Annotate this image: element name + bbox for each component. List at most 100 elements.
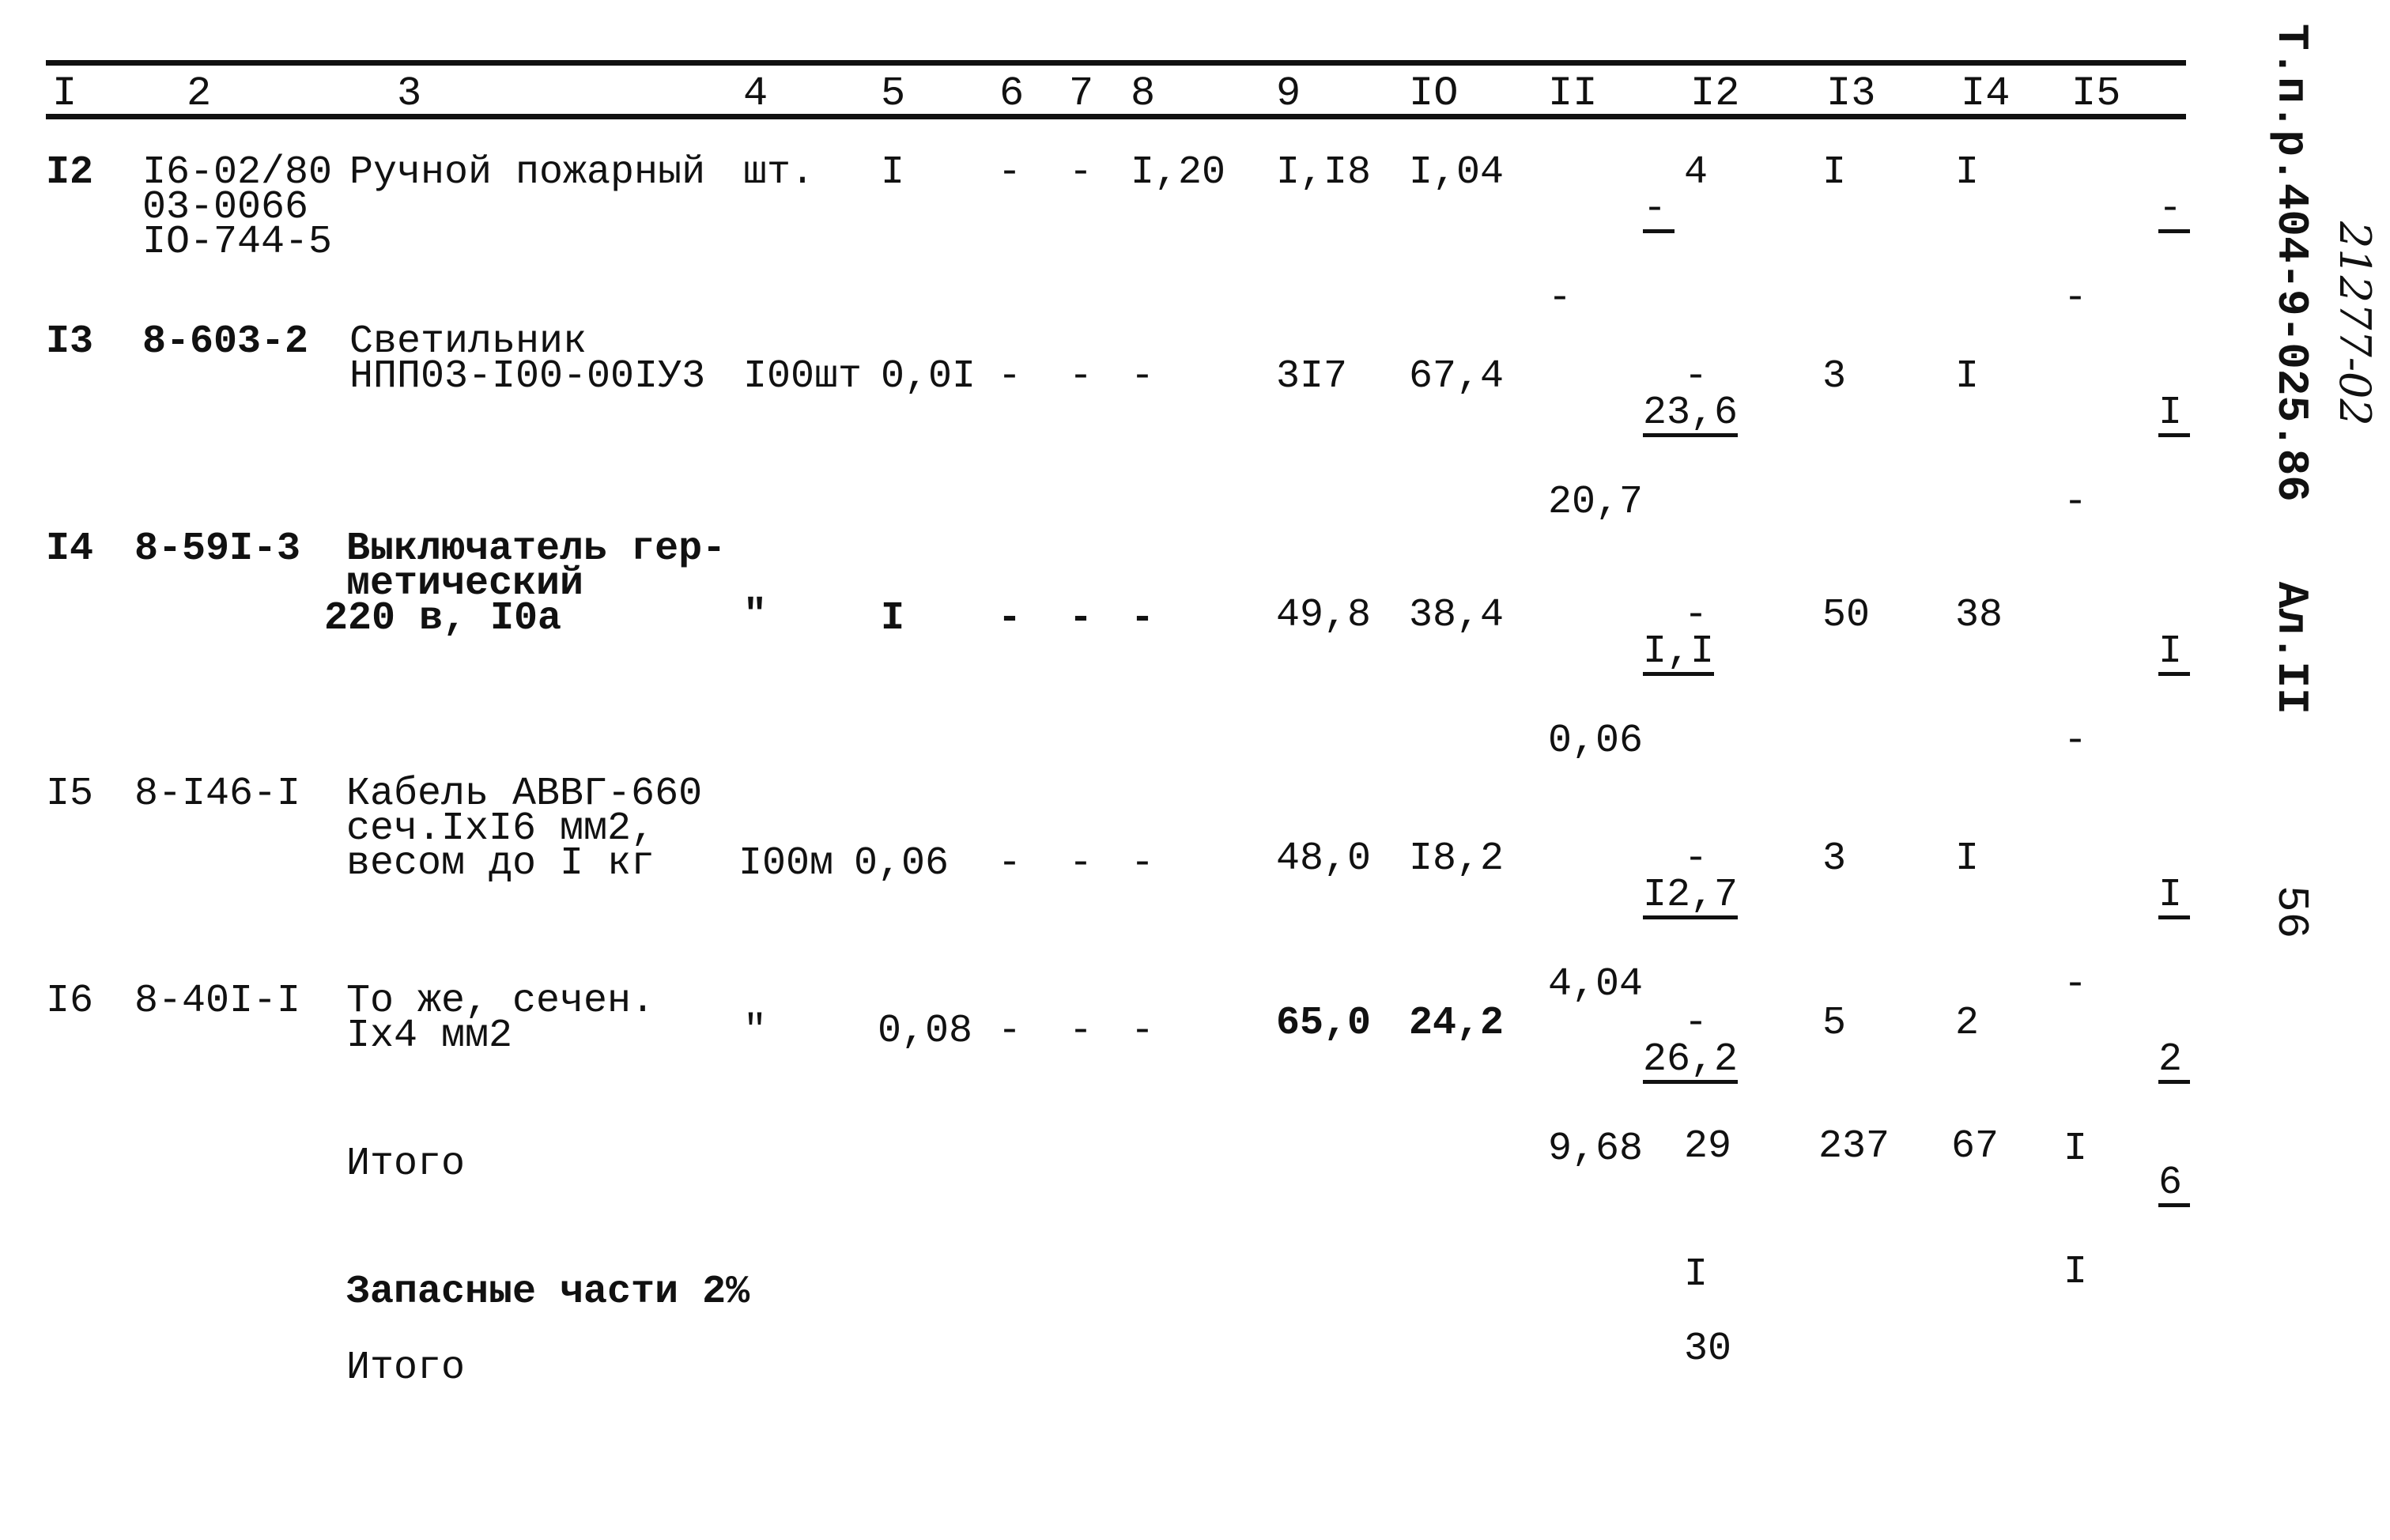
col6-value: -: [998, 1009, 1022, 1054]
grand-total-value: 30: [1684, 1327, 1732, 1372]
col-header-7: 7: [1069, 70, 1094, 117]
price-code: 8-59I-3: [134, 527, 301, 572]
col-header-5: 5: [881, 70, 906, 117]
col13-total: 237: [1818, 1124, 1890, 1169]
fraction-denominator: 4,04: [1548, 962, 1644, 1007]
col7-value: -: [1069, 596, 1093, 641]
spare-parts-label: Запасные части 2%: [346, 1270, 750, 1315]
col-header-9: 9: [1276, 70, 1301, 117]
col6-value: -: [998, 841, 1022, 886]
col14-value: I: [1955, 150, 1980, 195]
col13-value: 5: [1822, 1001, 1847, 1046]
col7-value: -: [1069, 150, 1093, 195]
item-name: весом до I кг: [346, 841, 655, 886]
col14-total: 67: [1951, 1124, 1999, 1169]
col8-value: -: [1131, 596, 1155, 641]
page-number: 56: [2266, 885, 2316, 939]
col7-value: -: [1069, 1009, 1093, 1054]
col-header-4: 4: [743, 70, 768, 117]
col6-value: -: [998, 150, 1022, 195]
col10-value: I8,2: [1409, 836, 1505, 881]
col10-value: I,04: [1409, 150, 1505, 195]
col7-value: -: [1069, 841, 1093, 886]
quantity: 0,0I: [881, 354, 976, 399]
fraction-numerator: I: [2158, 632, 2191, 676]
fraction-denominator: 20,7: [1548, 480, 1644, 525]
grand-total-label: Итого: [346, 1346, 466, 1391]
col15-fraction: - -: [2063, 155, 2191, 390]
document-stamp: Т.п.р.404-9-025.86 Ал.II: [2266, 24, 2316, 715]
price-code: 8-603-2: [142, 319, 309, 364]
col-header-8: 8: [1131, 70, 1156, 117]
col-header-12: I2: [1690, 70, 1740, 117]
row-number: I3: [46, 319, 94, 364]
col6-value: -: [998, 354, 1022, 399]
table-top-rule: [46, 60, 2186, 66]
fraction-numerator: I2,7: [1643, 873, 1739, 919]
col11-fraction: 23,6 20,7: [1548, 359, 1739, 594]
item-name: НПП03-I00-00IУ3: [349, 354, 706, 399]
col13-value: 3: [1822, 836, 1847, 881]
row-number: I2: [46, 150, 94, 195]
row-number: I6: [46, 979, 94, 1024]
fraction-denominator: 0,06: [1548, 719, 1644, 764]
handwritten-number: 21277-02: [2330, 221, 2380, 426]
col15-fraction: I -: [2063, 359, 2191, 594]
col12-value: -: [1684, 836, 1708, 881]
col10-value: 67,4: [1409, 354, 1505, 399]
col15-total-fraction: 6 I: [2063, 1129, 2191, 1364]
col-header-10: IO: [1409, 70, 1459, 117]
col12-value: -: [1684, 593, 1708, 638]
col9-value: 49,8: [1276, 593, 1372, 638]
row-number: I4: [46, 527, 94, 572]
spare-parts-value: I: [1684, 1252, 1708, 1297]
fraction-numerator: 2: [2158, 1040, 2191, 1084]
quantity: 0,06: [854, 841, 950, 886]
col8-value: -: [1131, 354, 1155, 399]
item-name: Ix4 мм2: [346, 1013, 513, 1059]
col9-value: I,I8: [1276, 150, 1372, 195]
col13-value: I: [1822, 150, 1847, 195]
fraction-numerator: -: [2158, 190, 2191, 233]
item-name: Ручной пожарный: [349, 150, 706, 195]
col-header-13: I3: [1826, 70, 1876, 117]
price-code: 8-I46-I: [134, 772, 301, 817]
fraction-numerator: I: [2158, 394, 2191, 437]
col7-value: -: [1069, 354, 1093, 399]
col8-value: I,20: [1131, 150, 1226, 195]
col14-value: I: [1955, 354, 1980, 399]
col12-value: -: [1684, 354, 1708, 399]
row-number: I5: [46, 772, 94, 817]
col-header-6: 6: [999, 70, 1025, 117]
unit: I00шт: [743, 354, 863, 399]
fraction-denominator: I: [2063, 1250, 2088, 1295]
fraction-numerator: 26,2: [1643, 1037, 1739, 1084]
quantity: I: [881, 596, 905, 641]
col14-value: 38: [1955, 593, 2003, 638]
col9-value: 3I7: [1276, 354, 1348, 399]
col8-value: -: [1131, 1009, 1155, 1054]
quantity: 0,08: [878, 1009, 973, 1054]
fraction-numerator: I: [2158, 876, 2191, 919]
col-header-15: I5: [2071, 70, 2121, 117]
col11-fraction: - -: [1548, 155, 1675, 390]
fraction-denominator: -: [2063, 480, 2088, 525]
col9-value: 48,0: [1276, 836, 1372, 881]
fraction-numerator: -: [1643, 190, 1675, 233]
fraction-denominator: -: [2063, 719, 2088, 764]
col10-value: 38,4: [1409, 593, 1505, 638]
fraction-denominator: -: [1548, 276, 1573, 321]
col-header-1: I: [52, 70, 77, 117]
col10-value: 24,2: [1409, 1001, 1505, 1046]
col9-value: 65,0: [1276, 1001, 1372, 1046]
col6-value: -: [998, 596, 1022, 641]
col12-value: 4: [1684, 150, 1708, 195]
quantity: I: [881, 150, 905, 195]
price-code: IO-744-5: [142, 220, 333, 265]
unit: ": [743, 593, 768, 638]
unit: I00м: [738, 841, 834, 886]
fraction-numerator: 23,6: [1643, 391, 1739, 437]
col8-value: -: [1131, 841, 1155, 886]
col13-value: 3: [1822, 354, 1847, 399]
fraction-numerator: I,I: [1643, 629, 1715, 676]
